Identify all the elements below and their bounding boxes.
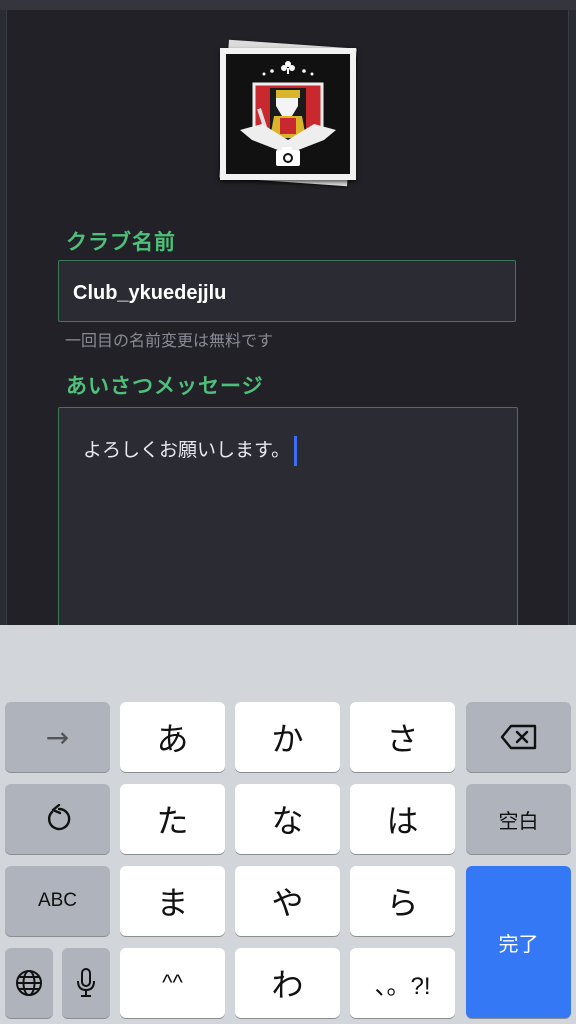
kana-key-sa[interactable]: さ <box>350 702 455 772</box>
greeting-text: よろしくお願いします。 <box>83 439 291 461</box>
kana-key-ma[interactable]: ま <box>120 866 225 936</box>
abc-key[interactable]: ABC <box>5 866 110 936</box>
club-name-hint: 一回目の名前変更は無料です <box>65 331 274 350</box>
kana-key-ra[interactable]: ら <box>350 866 455 936</box>
greeting-label: あいさつメッセージ <box>66 374 264 398</box>
club-name-input[interactable]: Club_ykuedejjlu <box>58 260 516 322</box>
kaomoji-key[interactable]: ^^ <box>120 948 225 1018</box>
kana-key-ta[interactable]: た <box>120 784 225 854</box>
kana-key-a[interactable]: あ <box>120 702 225 772</box>
avatar-photo-frame <box>220 48 356 180</box>
japanese-keyboard: → あ か さ た な は 空白 ABC ま や ら 完了 ^^ わ 、。?! <box>0 625 576 1024</box>
kana-key-na[interactable]: な <box>235 784 340 854</box>
next-candidate-key[interactable]: → <box>5 702 110 772</box>
club-avatar[interactable] <box>216 39 366 190</box>
undo-key[interactable] <box>5 784 110 854</box>
globe-key[interactable] <box>5 948 53 1018</box>
microphone-icon <box>77 968 95 997</box>
club-name-label: クラブ名前 <box>66 230 176 254</box>
mic-key[interactable] <box>62 948 110 1018</box>
delete-key[interactable] <box>466 702 571 772</box>
kana-key-ha[interactable]: は <box>350 784 455 854</box>
punctuation-key[interactable]: 、。?! <box>350 948 455 1018</box>
kana-key-wa[interactable]: わ <box>235 948 340 1018</box>
backspace-icon <box>500 724 536 750</box>
done-key[interactable]: 完了 <box>466 866 571 1018</box>
text-caret <box>294 435 298 466</box>
globe-icon <box>16 970 42 996</box>
status-bar <box>0 0 576 10</box>
kana-key-ya[interactable]: や <box>235 866 340 936</box>
undo-icon <box>47 804 70 831</box>
kana-key-ka[interactable]: か <box>235 702 340 772</box>
jack-of-clubs-card-icon <box>226 54 350 174</box>
space-key[interactable]: 空白 <box>466 784 571 854</box>
